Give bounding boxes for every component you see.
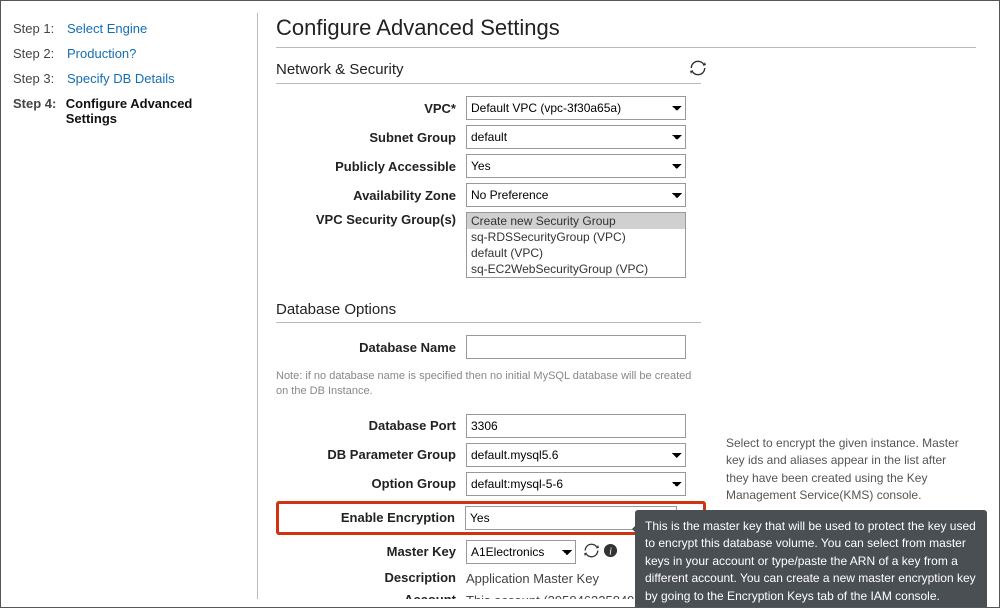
field-database-name: Database Name [276, 335, 706, 359]
select-parameter-group[interactable]: default.mysql5.6 [466, 443, 686, 467]
section-divider [276, 83, 701, 84]
wizard-steps-sidebar: Step 1: Select Engine Step 2: Production… [13, 21, 243, 136]
section-network-security: Network & Security [276, 61, 690, 78]
label-dbport: Database Port [276, 418, 466, 433]
step-number: Step 4: [13, 96, 66, 126]
step-link[interactable]: Specify DB Details [67, 71, 175, 86]
step-current: Configure Advanced Settings [66, 96, 243, 126]
divider-vertical [257, 13, 258, 599]
label-public: Publicly Accessible [276, 159, 466, 174]
field-availability-zone: Availability Zone No Preference [276, 183, 706, 207]
refresh-icon[interactable] [584, 543, 599, 561]
input-database-name[interactable] [466, 335, 686, 359]
field-database-port: Database Port [276, 414, 706, 438]
select-vpc[interactable]: Default VPC (vpc-3f30a65a) [466, 96, 686, 120]
step-4: Step 4: Configure Advanced Settings [13, 96, 243, 126]
step-number: Step 1: [13, 21, 67, 36]
field-vpc: VPC* Default VPC (vpc-3f30a65a) [276, 96, 706, 120]
select-master-key[interactable]: A1Electronics [466, 540, 576, 564]
multiselect-security-groups[interactable]: Create new Security Group sq-RDSSecurity… [466, 212, 686, 278]
page-title: Configure Advanced Settings [276, 15, 985, 41]
section-database-options: Database Options [276, 301, 706, 318]
label-masterkey: Master Key [276, 544, 466, 559]
sg-option[interactable]: sq-EC2WebSecurityGroup (VPC) [467, 261, 685, 277]
refresh-icon[interactable] [690, 60, 706, 79]
label-vpc: VPC* [276, 101, 466, 116]
input-database-port[interactable] [466, 414, 686, 438]
field-publicly-accessible: Publicly Accessible Yes [276, 154, 706, 178]
label-encrypt: Enable Encryption [281, 510, 465, 525]
step-link[interactable]: Production? [67, 46, 136, 61]
sg-option[interactable]: Create new Security Group [467, 213, 685, 229]
step-number: Step 3: [13, 71, 67, 86]
sg-option[interactable]: sq-RDSSecurityGroup (VPC) [467, 229, 685, 245]
label-sg: VPC Security Group(s) [276, 212, 466, 227]
encryption-info-panel: Select to encrypt the given instance. Ma… [726, 435, 972, 505]
step-number: Step 2: [13, 46, 67, 61]
step-2[interactable]: Step 2: Production? [13, 46, 243, 61]
step-3[interactable]: Step 3: Specify DB Details [13, 71, 243, 86]
label-acct: Account [276, 592, 466, 599]
label-paramgrp: DB Parameter Group [276, 447, 466, 462]
label-subnet: Subnet Group [276, 130, 466, 145]
field-subnet-group: Subnet Group default [276, 125, 706, 149]
info-icon[interactable]: i [603, 543, 618, 561]
note-dbname: Note: if no database name is specified t… [276, 369, 706, 400]
step-1[interactable]: Step 1: Select Engine [13, 21, 243, 36]
label-dbname: Database Name [276, 340, 466, 355]
label-az: Availability Zone [276, 188, 466, 203]
select-publicly-accessible[interactable]: Yes [466, 154, 686, 178]
svg-text:i: i [609, 547, 612, 558]
title-divider [276, 47, 976, 48]
select-option-group[interactable]: default:mysql-5-6 [466, 472, 686, 496]
select-subnet-group[interactable]: default [466, 125, 686, 149]
master-key-tooltip: This is the master key that will be used… [635, 510, 987, 608]
section-divider [276, 322, 701, 323]
label-desc: Description [276, 570, 466, 585]
field-parameter-group: DB Parameter Group default.mysql5.6 [276, 443, 706, 467]
field-option-group: Option Group default:mysql-5-6 [276, 472, 706, 496]
sg-option[interactable]: default (VPC) [467, 245, 685, 261]
field-security-groups: VPC Security Group(s) Create new Securit… [276, 212, 706, 278]
select-availability-zone[interactable]: No Preference [466, 183, 686, 207]
label-optgrp: Option Group [276, 476, 466, 491]
step-link[interactable]: Select Engine [67, 21, 147, 36]
